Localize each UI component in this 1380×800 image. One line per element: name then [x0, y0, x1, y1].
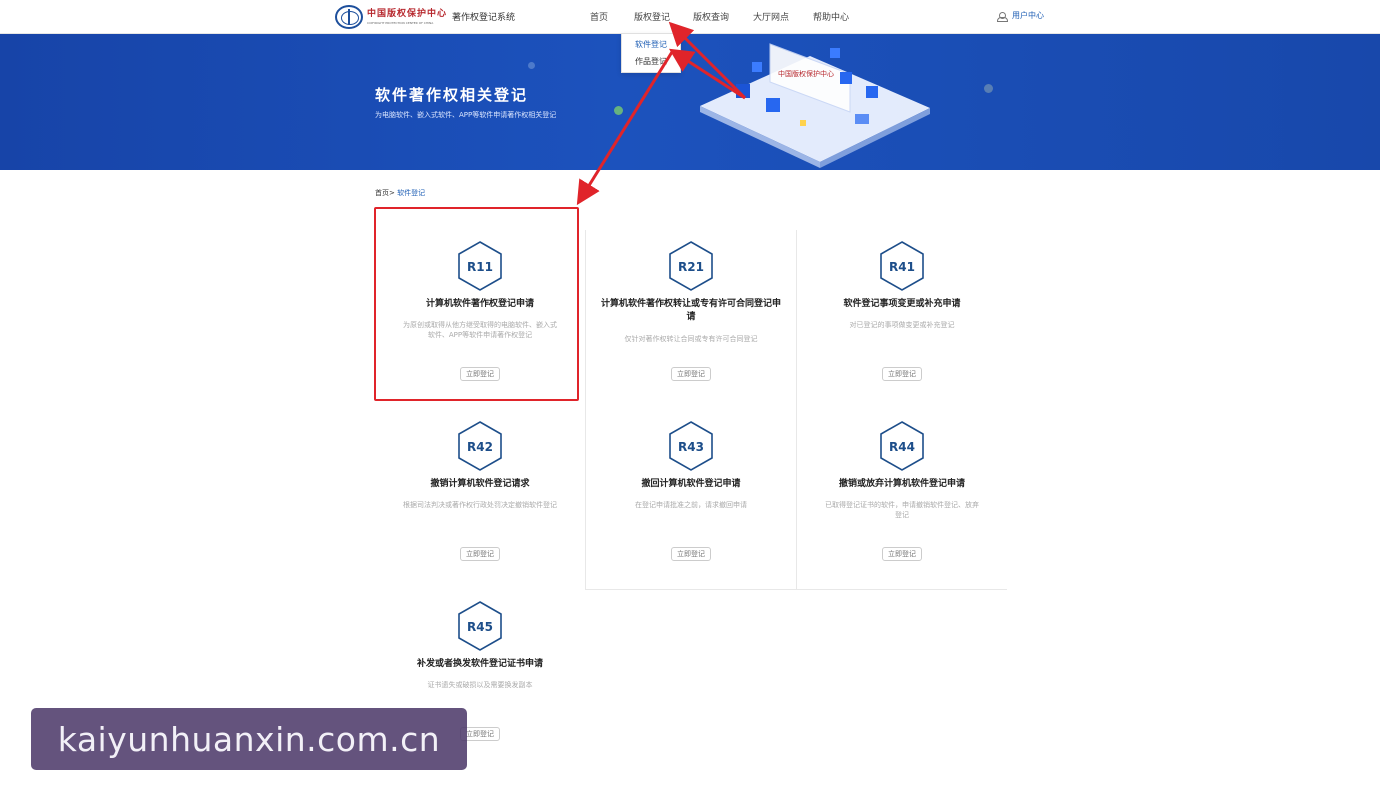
nav-copyright-registration[interactable]: 版权登记 [634, 10, 670, 23]
register-now-button[interactable]: 立即登记 [671, 367, 711, 381]
top-header: 中国版权保护中心 COPYRIGHT PROTECTION CENTER OF … [0, 0, 1380, 34]
card-title: 撤销或放弃计算机软件登记申请 [838, 479, 965, 489]
card-title: 撤回计算机软件登记申请 [641, 479, 741, 489]
card-r41[interactable]: R41 软件登记事项变更或补充申请 对已登记的事项做变更或补充登记 立即登记 [797, 210, 1007, 390]
card-description: 根据司法判决或著作权行政处罚决定撤销软件登记 [403, 501, 557, 509]
user-center-label: 用户中心 [1012, 11, 1044, 20]
card-code: R43 [678, 440, 704, 454]
banner-title: 软件著作权相关登记 [375, 86, 529, 104]
registration-dropdown-menu: 软件登记 作品登记 [621, 33, 681, 73]
system-title: 著作权登记系统 [452, 13, 516, 23]
card-r42[interactable]: R42 撤销计算机软件登记请求 根据司法判决或著作权行政处罚决定撤销软件登记 立… [375, 390, 585, 570]
menu-item-software-registration[interactable]: 软件登记 [622, 36, 680, 53]
site-watermark: kaiyunhuanxin.com.cn [31, 708, 467, 770]
card-description: 已取得登记证书的软件，申请撤销软件登记、放弃登记 [825, 501, 979, 519]
user-center-link[interactable]: 用户中心 [997, 10, 1044, 22]
annotation-highlight-box [374, 207, 579, 401]
user-icon [997, 11, 1008, 22]
register-now-button[interactable]: 立即登记 [671, 547, 711, 561]
card-description: 证书遗失或破损以及需要换发副本 [427, 681, 533, 689]
hexagon-icon: R41 [880, 241, 924, 291]
breadcrumb-home[interactable]: 首页> [375, 189, 395, 197]
card-code: R42 [467, 440, 493, 454]
card-r21[interactable]: R21 计算机软件著作权转让或专有许可合同登记申请 仅针对著作权转让合同或专有许… [586, 210, 796, 390]
hexagon-icon: R44 [880, 421, 924, 471]
decor-dot [528, 62, 535, 69]
logo-english-name: COPYRIGHT PROTECTION CENTER OF CHINA [367, 20, 434, 25]
menu-item-work-registration[interactable]: 作品登记 [622, 53, 680, 70]
card-description: 仅针对著作权转让合同或专有许可合同登记 [624, 335, 758, 343]
nav-copyright-query[interactable]: 版权查询 [693, 10, 729, 23]
hexagon-icon: R21 [669, 241, 713, 291]
decor-dot [984, 84, 993, 93]
illustration-logo-text: 中国版权保护中心 [778, 69, 834, 78]
card-description: 在登记申请批准之前，请求撤回申请 [635, 501, 747, 509]
logo-name: 中国版权保护中心 [367, 8, 448, 19]
card-title: 软件登记事项变更或补充申请 [843, 299, 961, 309]
card-title: 计算机软件著作权转让或专有许可合同登记申请 [601, 299, 782, 322]
card-title: 补发或者换发软件登记证书申请 [416, 659, 543, 669]
site-logo[interactable]: 中国版权保护中心 COPYRIGHT PROTECTION CENTER OF … [335, 4, 447, 30]
hero-banner: 软件著作权相关登记 为电脑软件、嵌入式软件、APP等软件申请著作权相关登记 中国… [0, 34, 1380, 170]
page: 中国版权保护中心 COPYRIGHT PROTECTION CENTER OF … [0, 0, 1380, 800]
nav-service-halls[interactable]: 大厅网点 [753, 10, 789, 23]
card-code: R44 [889, 440, 915, 454]
card-code: R41 [889, 260, 915, 274]
card-r43[interactable]: R43 撤回计算机软件登记申请 在登记申请批准之前，请求撤回申请 立即登记 [586, 390, 796, 570]
watermark-text: kaiyunhuanxin.com.cn [57, 719, 441, 759]
register-now-button[interactable]: 立即登记 [460, 547, 500, 561]
hexagon-icon: R43 [669, 421, 713, 471]
card-code: R45 [467, 620, 493, 634]
decor-dot [614, 106, 623, 115]
card-code: R21 [678, 260, 704, 274]
hexagon-icon: R45 [458, 601, 502, 651]
hexagon-icon: R42 [458, 421, 502, 471]
nav-home[interactable]: 首页 [590, 10, 608, 23]
card-title: 撤销计算机软件登记请求 [430, 479, 530, 489]
nav-help-center[interactable]: 帮助中心 [813, 10, 849, 23]
logo-seal-icon [335, 5, 363, 29]
breadcrumb-current: 软件登记 [397, 189, 426, 197]
card-description: 对已登记的事项做变更或补充登记 [849, 321, 955, 329]
breadcrumb: 首页> 软件登记 [375, 188, 425, 198]
isometric-illustration: 中国版权保护中心 [700, 43, 930, 168]
card-r44[interactable]: R44 撤销或放弃计算机软件登记申请 已取得登记证书的软件，申请撤销软件登记、放… [797, 390, 1007, 570]
banner-subtitle: 为电脑软件、嵌入式软件、APP等软件申请著作权相关登记 [375, 111, 557, 119]
register-now-button[interactable]: 立即登记 [882, 367, 922, 381]
register-now-button[interactable]: 立即登记 [882, 547, 922, 561]
